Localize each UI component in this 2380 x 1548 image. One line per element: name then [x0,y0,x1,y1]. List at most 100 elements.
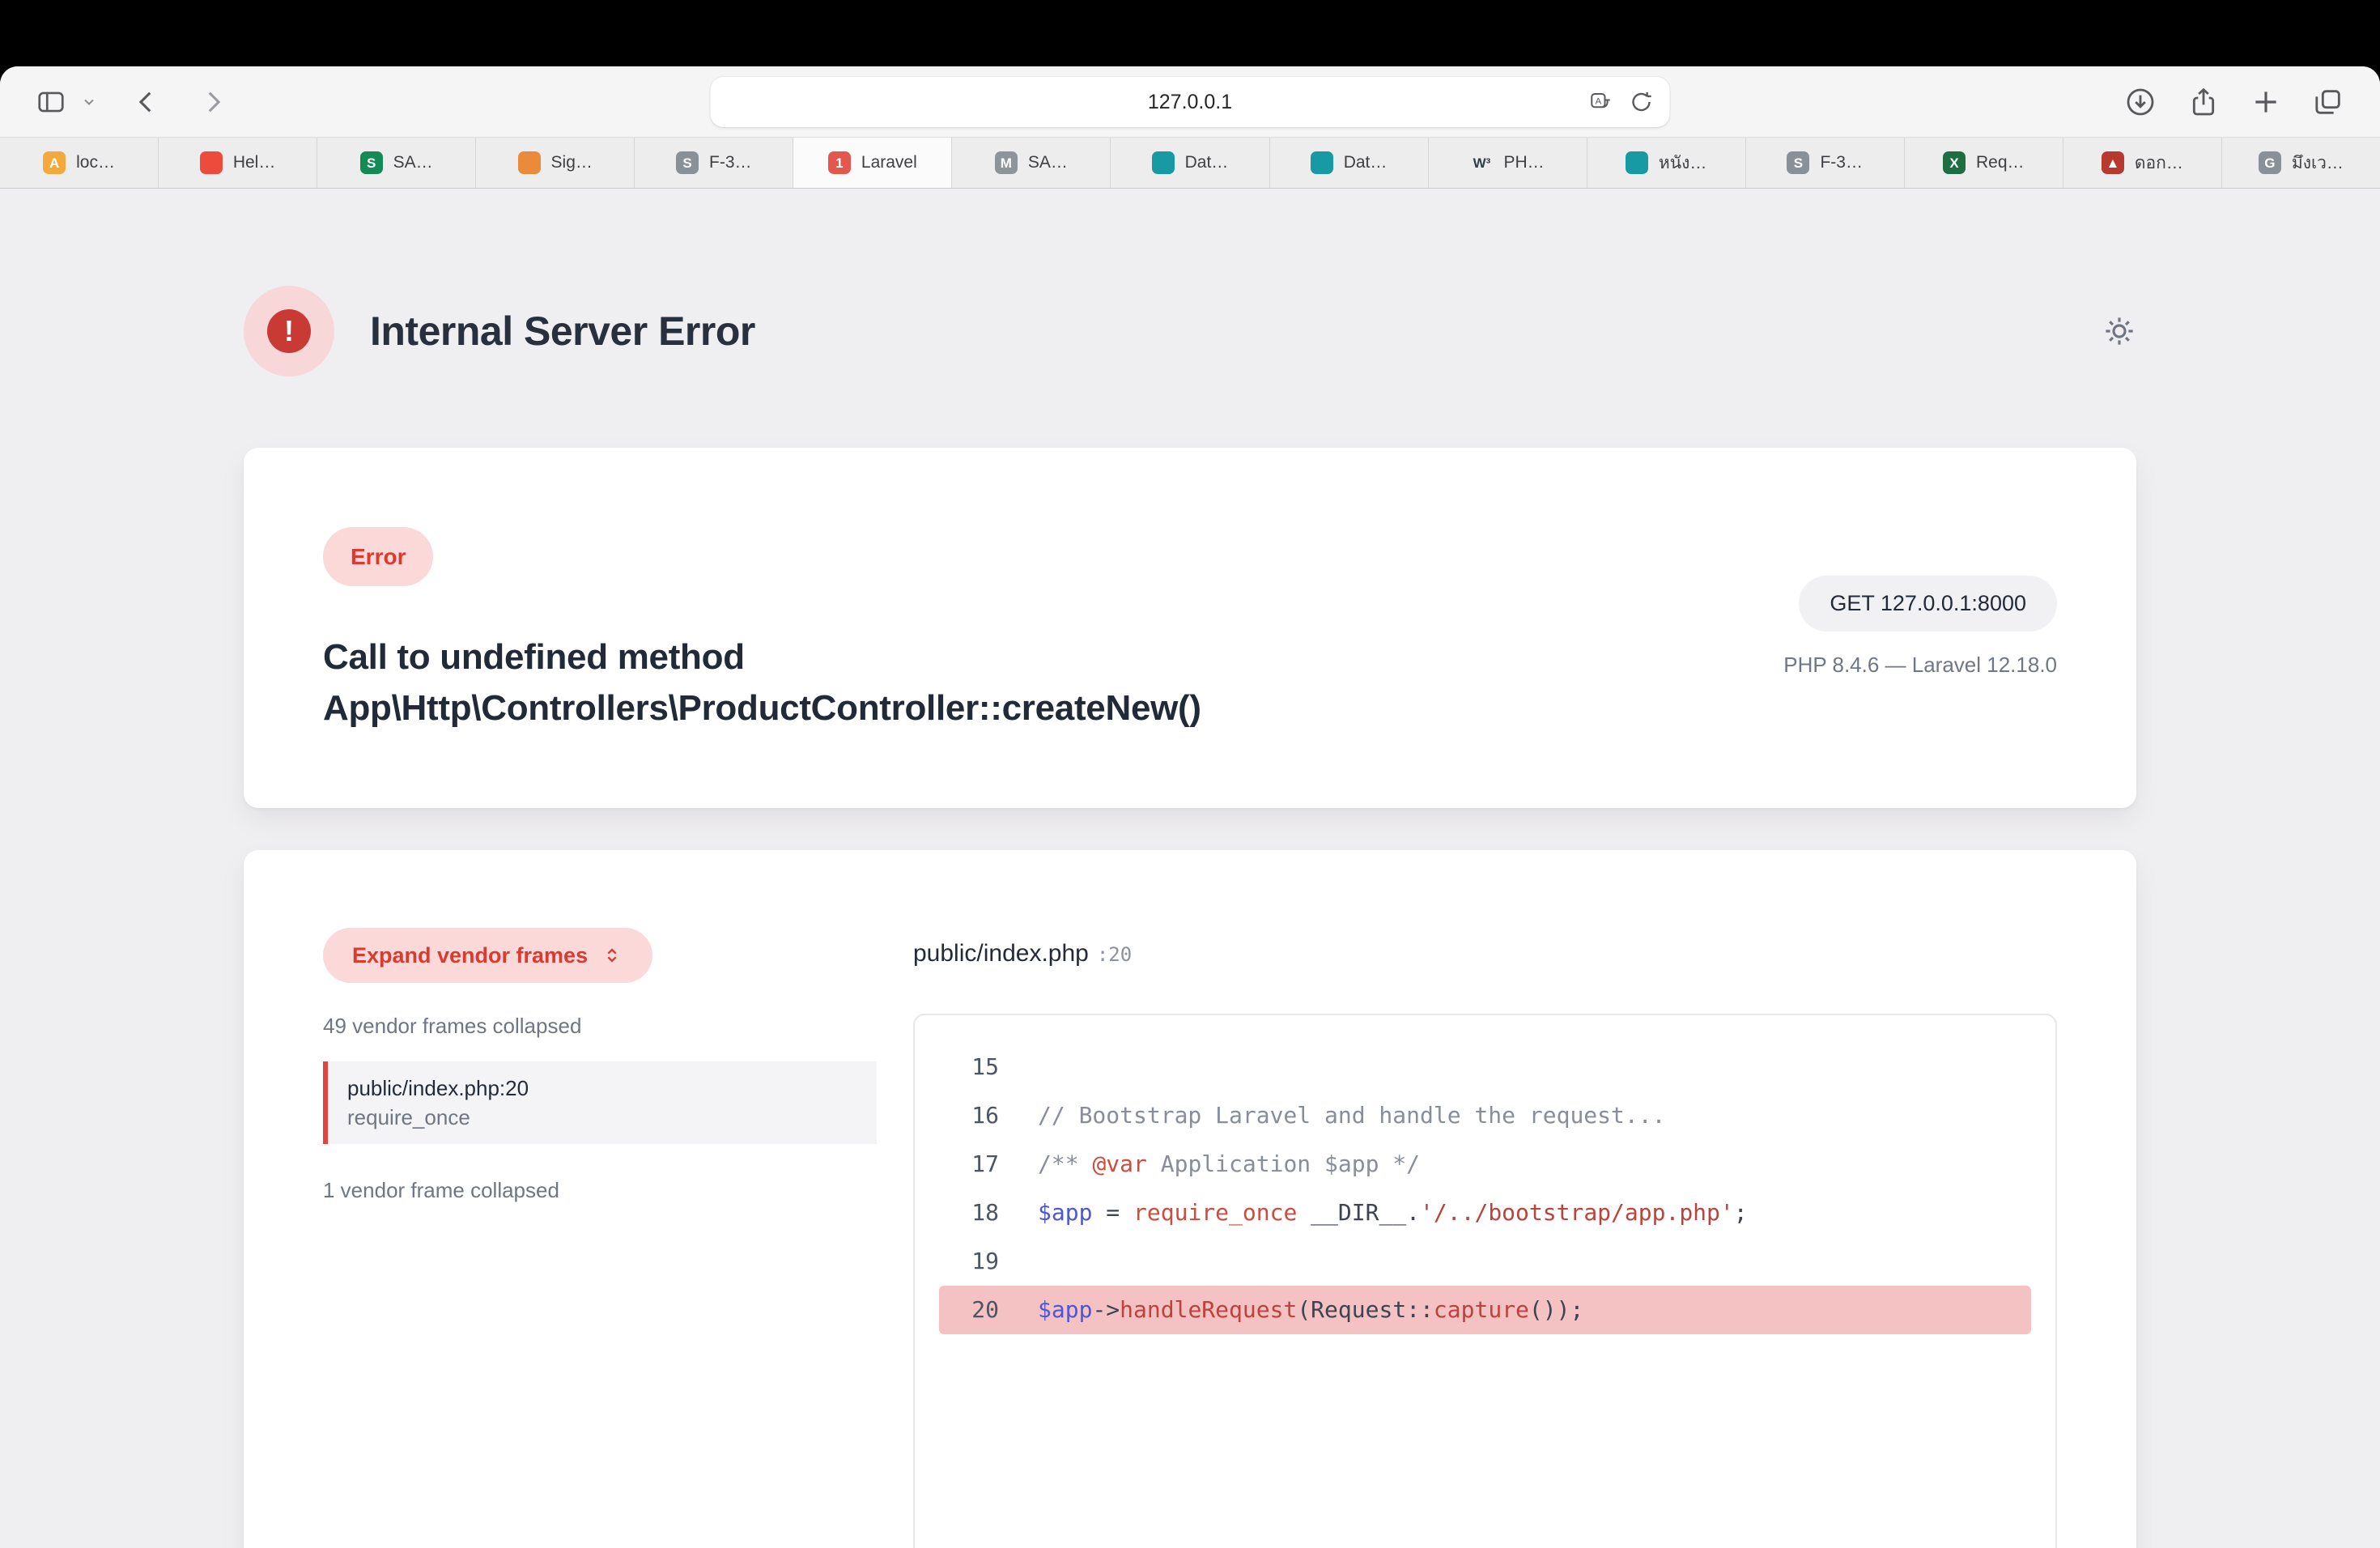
tab-label: Dat… [1185,153,1229,172]
exception-message: Call to undefined method App\Http\Contro… [323,632,1537,734]
svg-text:A: A [1596,97,1602,107]
tab-favicon: ▲ [2102,151,2124,174]
plus-icon [2250,87,2281,117]
toolbar-right-group [2124,86,2344,118]
tab-favicon: S [676,151,699,174]
translate-icon[interactable]: A [1589,90,1613,114]
vendor-frames-collapsed-note: 49 vendor frames collapsed [323,1014,877,1039]
exception-card: Error Call to undefined method App\Http\… [244,448,2136,808]
tab-label: Laravel [861,153,917,172]
chevron-right-icon [199,88,227,116]
tab-label: หนัง… [1659,150,1706,176]
tab-favicon [518,151,541,174]
tab-active[interactable]: 1Laravel [793,138,952,188]
toolbar-left-group [36,87,227,117]
error-type-badge: Error [323,527,433,586]
tab-favicon [200,151,223,174]
code-line-number: 15 [939,1043,999,1091]
reload-icon [1630,90,1654,114]
tab-label: F-3… [1820,153,1863,172]
tab-favicon: W³ [1471,151,1494,174]
stack-frame-call: require_once [347,1103,857,1132]
sun-icon [2102,314,2136,348]
tab[interactable]: S F-3… [1746,138,1905,188]
tab-favicon: G [2259,151,2281,174]
code-line: 15 [939,1043,2031,1091]
tab[interactable]: Aloc… [0,138,159,188]
menubar-strip [0,0,2380,66]
tab-favicon [1626,151,1648,174]
safari-window: 127.0.0.1 A [0,66,2380,1548]
stack-frame-item[interactable]: public/index.php:20 require_once [323,1061,877,1144]
tab[interactable]: S F-3… [635,138,793,188]
sidebar-toggle-button[interactable] [36,87,66,117]
tab[interactable]: MSA… [952,138,1111,188]
forward-button[interactable] [199,88,227,116]
stack-frames-column: Expand vendor frames 49 vendor frames co… [323,928,877,1203]
tab-label: มึงเว… [2292,150,2344,176]
tab-label: SA… [1028,153,1068,172]
tab[interactable]: Dat… [1111,138,1269,188]
code-line-number: 19 [939,1237,999,1286]
back-button[interactable] [133,88,160,116]
tab-label: F-3… [709,153,752,172]
tab-label: Hel… [233,153,276,172]
code-block[interactable]: 1516 // Bootstrap Laravel and handle the … [913,1014,2057,1548]
browser-toolbar: 127.0.0.1 A [0,66,2380,138]
code-file-header: public/index.php:20 [913,938,2057,974]
reload-button[interactable] [1630,90,1654,114]
stack-trace-card: Expand vendor frames 49 vendor frames co… [244,850,2136,1548]
tab-favicon: A [43,151,66,174]
tab-favicon: S [1787,151,1809,174]
code-line: 19 [939,1237,2031,1286]
tab-favicon: X [1943,151,1966,174]
tab-favicon: S [360,151,383,174]
code-line-number: 17 [939,1140,999,1189]
code-line-number: 20 [939,1286,999,1334]
vendor-frame-collapsed-note: 1 vendor frame collapsed [323,1178,877,1203]
expand-vendor-frames-button[interactable]: Expand vendor frames [323,928,652,983]
chevron-down-icon [81,94,97,110]
code-line-content: $app = require_once __DIR__.'/../bootstr… [1038,1189,1748,1237]
tab[interactable]: ▲ดอก… [2063,138,2222,188]
exclamation-icon: ! [267,309,311,353]
new-tab-button[interactable] [2250,87,2281,117]
code-line-number: 16 [939,1091,999,1140]
tab-overview-button[interactable] [2312,86,2344,118]
tab[interactable]: X Req… [1905,138,2063,188]
share-icon [2187,86,2220,118]
expand-vendor-frames-label: Expand vendor frames [352,943,588,968]
tab[interactable]: Dat… [1270,138,1429,188]
alert-circle-icon: ! [244,286,334,376]
code-line: 18 $app = require_once __DIR__.'/../boots… [939,1189,2031,1237]
address-bar[interactable]: 127.0.0.1 A [711,77,1670,127]
error-page-header: ! Internal Server Error [244,286,2136,376]
code-line-content: /** @var Application $app */ [1038,1140,1420,1189]
stack-frame-file: public/index.php:20 [347,1074,857,1103]
sidebar-chevron-button[interactable] [81,94,97,110]
tab-label: PH… [1504,153,1545,172]
chevron-left-icon [133,88,160,116]
tab-label: Req… [1976,153,2025,172]
share-button[interactable] [2187,86,2220,118]
code-file-line-number: :20 [1097,943,1132,966]
code-preview-column: public/index.php:20 1516 // Bootstrap Lar… [913,928,2057,1548]
tab-favicon [1311,151,1333,174]
downloads-button[interactable] [2124,86,2157,118]
code-line-number: 18 [939,1189,999,1237]
tab-overview-icon [2312,86,2344,118]
theme-toggle-button[interactable] [2102,314,2136,348]
code-line: 16 // Bootstrap Laravel and handle the re… [939,1091,2031,1140]
tab[interactable]: Sig… [476,138,635,188]
tab-favicon [1152,151,1175,174]
translate-glyph-icon: A [1589,90,1613,114]
tab[interactable]: W³ PH… [1429,138,1587,188]
address-bar-url: 127.0.0.1 [1148,91,1232,114]
tab[interactable]: หนัง… [1587,138,1746,188]
tab[interactable]: G มึงเว… [2222,138,2380,188]
tab-label: SA… [393,153,433,172]
tab[interactable]: S SA… [317,138,476,188]
code-line-content: // Bootstrap Laravel and handle the requ… [1038,1091,1665,1140]
tab[interactable]: Hel… [159,138,317,188]
tab-label: Sig… [551,153,593,172]
